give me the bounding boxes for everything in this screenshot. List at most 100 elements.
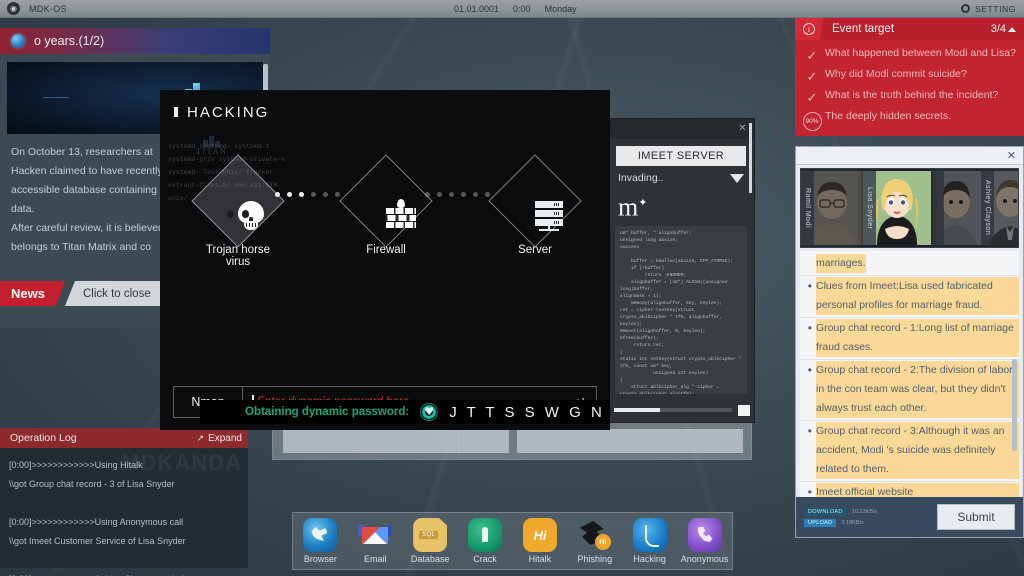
portrait-card[interactable]: Ashley Clayson [981,171,1018,245]
bullet-icon: • [807,279,812,293]
chevron-up-icon[interactable] [1008,26,1016,32]
event-counter-label: 3/4 [990,23,1006,35]
taskbar-app-anonymous[interactable]: Anonymous [679,518,731,564]
app-label: Anonymous [680,554,729,564]
event-text: What happened between Modi and Lisa? [825,47,1016,59]
hacking-title-label: HACKING [187,103,270,121]
check-icon: ✓ [806,69,818,84]
log-line: [0:00]>>>>>>>>>>>>Ashley Claysonreminds … [9,570,239,576]
hacking-node-server[interactable]: Server [488,154,582,256]
title-accent-bar-icon [174,107,178,117]
list-item[interactable]: • Group chat record - 2:The division of … [800,360,1019,421]
event-status-mark: ✓ [799,44,825,62]
server-node-diamond [488,154,582,248]
hacking-icon [632,518,667,552]
hitalk-icon: Hi [522,518,557,552]
list-item[interactable]: ✓ What is the truth behind the incident? [795,85,1024,106]
bullet-icon: • [807,363,812,377]
dynamic-password-readout: Obtaining dynamic password: J T T S S W … [200,400,610,424]
portrait-name-tag: Ashley Clayson [981,171,994,245]
app-label: Email [364,554,387,564]
list-item[interactable]: ✓ What happened between Modi and Lisa? [795,43,1024,64]
bullet-icon: • [807,321,812,335]
operation-log-header: Operation Log ↗ Expand [0,428,248,448]
taskbar-app-browser[interactable]: Browser [294,518,346,564]
list-item[interactable]: • Group chat record - 1:Long list of mar… [800,318,1019,360]
hacking-stage: TITAN systemd systemd- systemd-z systemd… [160,134,610,359]
portrait-name-tag: Ramil Modi [801,171,814,245]
imeet-stop-button[interactable] [738,404,750,416]
chat-footer-panel[interactable] [517,429,743,453]
triangle-down-icon[interactable] [730,173,744,183]
download-value: 10.23KB/s [851,508,878,515]
close-icon[interactable]: ✕ [1007,149,1016,162]
clue-list-scroll-area[interactable]: marriages. • Clues from Imeet:Lisa used … [800,251,1019,499]
list-item[interactable]: • Group chat record - 3:Although it was … [800,421,1019,482]
progress-percent-badge: 90% [802,112,822,131]
hacking-node-firewall[interactable]: Firewall [339,154,433,256]
clue-list-scrollbar[interactable] [1012,359,1017,451]
event-target-title: Event target [832,23,895,35]
system-time: 0:00 [513,3,531,14]
system-clock: 01.01.0001 0:00 Monday [454,4,577,14]
taskbar-app-email[interactable]: Email [349,518,401,564]
log-line: \\got Group chat record - 3 of Lisa Snyd… [9,479,175,489]
portrait-card-selected[interactable]: Lisa Snyder [863,171,931,245]
chat-footer-panel[interactable] [283,429,509,453]
close-icon[interactable]: ✕ [737,123,748,134]
phishing-icon: Hi [578,518,612,552]
list-item[interactable]: marriages. [800,253,1019,276]
expand-button[interactable]: ↗ Expand [197,433,242,444]
submit-button[interactable]: Submit [937,504,1015,530]
operation-log-title: Operation Log [10,432,77,444]
imeet-titlebar: ✕ [608,119,754,139]
event-status-mark: ✓ [799,86,825,104]
portrait-card[interactable] [931,171,981,245]
check-icon: ✓ [806,48,818,63]
character-portrait-strip[interactable]: Ramil Modi Lisa Snyder Ashley Clayson [800,168,1019,248]
bullet-icon: • [807,424,812,438]
setting-label: SETTING [974,3,1016,14]
imeet-status-label: Invading.. [618,172,664,184]
anonymous-icon [687,518,722,552]
event-target-badge: i [795,18,823,40]
system-weekday: Monday [544,3,577,14]
network-stats: DOWNLOAD 10.23KB/s UPLOAD 2.18KB/s [804,507,878,527]
list-item[interactable]: • Clues from Imeet:Lisa used fabricated … [800,276,1019,318]
expand-icon: ↗ [196,432,205,443]
security-seal-icon [420,403,439,421]
operation-log-window: Operation Log ↗ Expand MDKANDA [0:00]>>>… [0,428,248,576]
database-icon: SQL [413,518,448,552]
imeet-code-scrollbar[interactable] [749,123,752,193]
imeet-code-output: u8* buffer, * alignbuffer; unsigned long… [615,225,747,394]
news-badge: News [0,281,65,306]
event-target-counter[interactable]: 3/4 [991,23,1024,35]
app-taskbar: Browser Email SQL Database Crack Hi Hita… [292,512,733,570]
list-item[interactable]: 90% The deeply hidden secrets. [795,106,1024,132]
taskbar-app-hacking[interactable]: Hacking [624,518,676,564]
setting-button[interactable]: SETTING [960,3,1016,14]
event-status-mark: ✓ [799,65,825,83]
event-text: What is the truth behind the incident? [825,89,999,101]
operation-log-body[interactable]: [0:00]>>>>>>>>>>>>Using Hitalk \\got Gro… [0,448,248,576]
taskbar-app-crack[interactable]: Crack [459,518,511,564]
taskbar-app-database[interactable]: SQL Database [404,518,456,564]
download-label: DOWNLOAD [804,507,847,516]
hacking-node-trojan[interactable]: Trojan horse virus [191,154,285,268]
event-status-mark: 90% [799,107,825,131]
clue-list: marriages. • Clues from Imeet:Lisa used … [800,251,1019,499]
portrait-card[interactable]: Ramil Modi [801,171,863,245]
taskbar-app-phishing[interactable]: Hi Phishing [569,518,621,564]
mdk-os-logo-icon[interactable]: ◉ [7,2,20,15]
upload-stat: UPLOAD 2.18KB/s [804,518,877,527]
list-item[interactable]: ✓ Why did Modi commit suicide? [795,64,1024,85]
taskbar-app-hitalk[interactable]: Hi Hitalk [514,518,566,564]
firewall-node-diamond [339,154,433,248]
download-stat: DOWNLOAD 10.23KB/s [804,507,878,516]
imeet-server-window[interactable]: ✕ IMEET SERVER Invading.. m✦ u8* buffer,… [607,118,755,423]
upload-value: 2.18KB/s [841,519,864,526]
expand-label: Expand [208,432,242,444]
imeet-logo: m✦ [618,192,648,222]
